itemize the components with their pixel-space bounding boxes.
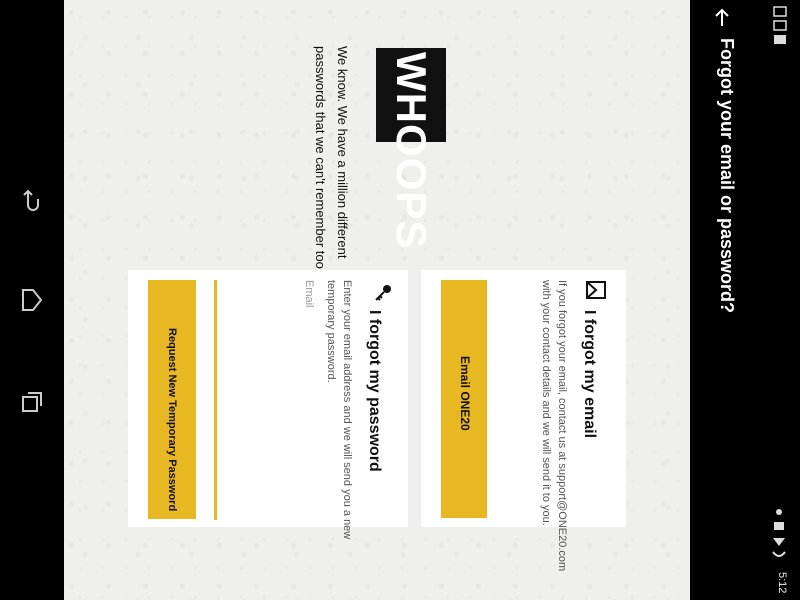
back-icon bbox=[23, 189, 39, 211]
password-card-body-line-2: temporary password. bbox=[325, 280, 337, 383]
email-input-placeholder: Email bbox=[303, 280, 315, 308]
forgot-password-card: I forgot my password Enter your email ad… bbox=[128, 270, 408, 539]
request-password-button[interactable]: Request New Temporary Password bbox=[148, 280, 196, 519]
system-navigation-bar bbox=[0, 0, 64, 600]
status-icons bbox=[772, 509, 786, 557]
email-card-title: I forgot my email bbox=[581, 310, 598, 439]
home-icon bbox=[22, 289, 43, 311]
app-bar: Forgot your email or password? bbox=[690, 0, 755, 600]
hero-line-1: We know. We have a million different bbox=[335, 46, 350, 259]
email-input[interactable]: Email bbox=[214, 280, 318, 520]
envelope-icon bbox=[586, 281, 606, 299]
back-button[interactable] bbox=[14, 182, 50, 218]
hero-line-2: passwords that we can't remember too. bbox=[313, 46, 328, 273]
email-card-body-line-2: with your contact details and we will se… bbox=[540, 280, 552, 526]
request-password-button-label: Request New Temporary Password bbox=[166, 328, 178, 512]
status-time: 5:12 bbox=[776, 572, 788, 594]
notification-icons bbox=[773, 6, 787, 44]
email-input-underline bbox=[214, 280, 217, 520]
app-bar-title: Forgot your email or password? bbox=[717, 38, 737, 314]
whoops-logo: WHOOPS bbox=[376, 48, 446, 249]
whoops-logo-text: WHOOPS bbox=[388, 52, 435, 250]
back-arrow-icon[interactable] bbox=[712, 8, 732, 28]
status-bar: 5:12 bbox=[755, 0, 800, 600]
recents-icon bbox=[22, 392, 42, 412]
recents-button[interactable] bbox=[14, 384, 50, 420]
email-card-body-line-1: If you forgot your email, contact us at … bbox=[556, 280, 568, 572]
key-icon bbox=[375, 285, 391, 301]
forgot-email-card: I forgot my email If you forgot your ema… bbox=[421, 270, 626, 571]
email-one20-button-label: Email ONE20 bbox=[458, 356, 472, 431]
home-button[interactable] bbox=[14, 282, 50, 318]
password-card-title: I forgot my password bbox=[366, 310, 383, 472]
password-card-body-line-1: Enter your email address and we will sen… bbox=[341, 280, 353, 540]
email-one20-button[interactable]: Email ONE20 bbox=[441, 280, 487, 518]
main-content: WHOOPS We know. We have a million differ… bbox=[64, 0, 690, 600]
